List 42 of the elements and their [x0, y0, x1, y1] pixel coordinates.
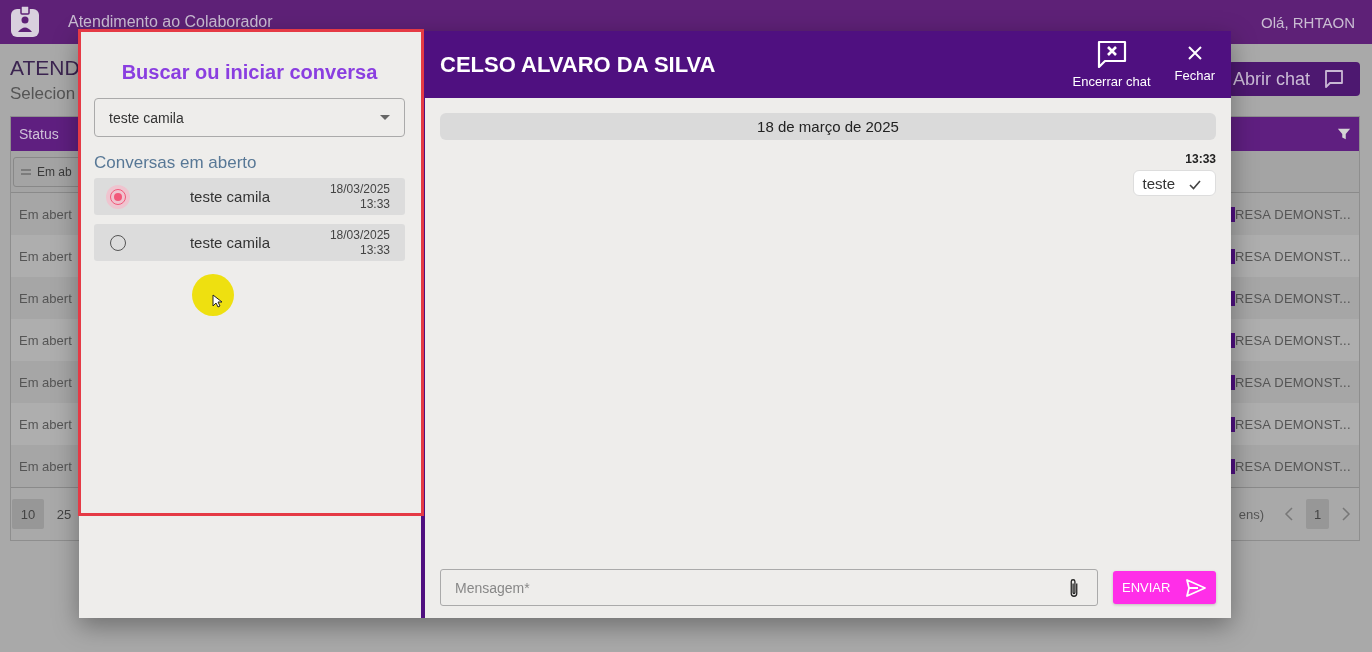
message-time: 13:33	[1185, 152, 1216, 166]
filter-icon[interactable]	[1337, 127, 1351, 141]
paperclip-icon[interactable]	[1068, 577, 1080, 599]
chat-bubble-icon	[1322, 67, 1346, 91]
close-icon	[1187, 46, 1202, 60]
contact-name: CELSO ALVARO DA SILVA	[440, 51, 716, 78]
end-chat-button[interactable]: Encerrar chat	[1072, 40, 1151, 89]
conversation-item[interactable]: teste camila 18/03/2025 13:33	[94, 178, 405, 215]
table-cell: Em abert	[19, 248, 72, 264]
conversation-date: 18/03/2025	[329, 227, 390, 243]
range-text: ens)	[1238, 506, 1264, 522]
page-heading: ATEND	[10, 56, 80, 80]
send-icon	[1186, 578, 1206, 597]
page-size-option[interactable]: 25	[48, 499, 80, 529]
message-text: teste	[1142, 174, 1175, 192]
open-chat-button[interactable]: Abrir chat	[1228, 62, 1360, 96]
table-cell: Em abert	[19, 374, 72, 390]
conversation-name: teste camila	[188, 188, 271, 205]
chat-x-icon	[1096, 40, 1127, 68]
table-cell: Em abert	[19, 290, 72, 306]
message-field[interactable]: Mensagem*	[440, 569, 1098, 606]
column-header[interactable]: Status	[19, 126, 59, 142]
table-cell: Em abert	[19, 206, 72, 222]
page-subtitle: Selecion	[10, 84, 77, 104]
conversation-time: 13:33	[359, 196, 390, 212]
app-title: Atendimento ao Colaborador	[68, 13, 273, 31]
badge-logo-icon	[10, 6, 40, 38]
conversation-item[interactable]: teste camila 18/03/2025 13:33	[94, 224, 405, 261]
conversation-time: 13:33	[359, 242, 390, 258]
user-greeting: Olá, RHTAON	[1261, 13, 1355, 31]
table-cell: Em abert	[19, 332, 72, 348]
cursor-icon	[212, 294, 222, 308]
close-button[interactable]: Fechar	[1174, 46, 1215, 83]
conversation-name: teste camila	[188, 234, 271, 251]
conversation-date: 18/03/2025	[329, 181, 390, 197]
radio-button[interactable]	[106, 184, 130, 209]
search-title: Buscar ou iniciar conversa	[120, 61, 379, 84]
caret-icon	[380, 115, 390, 120]
contact-select[interactable]: teste camila	[94, 98, 405, 137]
equals-icon	[21, 168, 31, 175]
table-cell: Em abert	[19, 458, 72, 474]
table-cell: Em abert	[19, 416, 72, 432]
